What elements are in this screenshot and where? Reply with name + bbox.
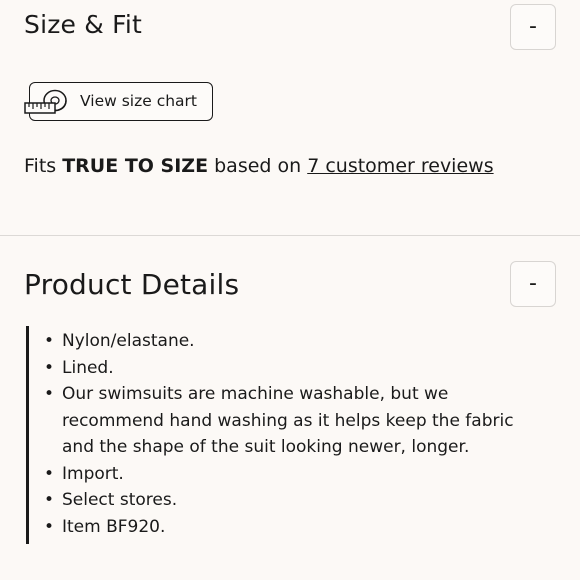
- fit-summary: Fits TRUE TO SIZE based on 7 customer re…: [24, 155, 494, 177]
- list-item: Our swimsuits are machine washable, but …: [29, 381, 536, 461]
- fits-middle: based on: [208, 155, 308, 177]
- product-details-list: Nylon/elastane. Lined. Our swimsuits are…: [26, 326, 536, 544]
- product-details-collapse-button[interactable]: -: [510, 261, 556, 307]
- size-fit-section: Size & Fit - View size chart Fits TRUE T…: [0, 0, 580, 235]
- size-chart-label: View size chart: [80, 92, 197, 110]
- product-details-title: Product Details: [24, 268, 240, 301]
- fit-value: TRUE TO SIZE: [62, 155, 209, 177]
- list-item: Lined.: [29, 355, 536, 382]
- list-item: Import.: [29, 461, 536, 488]
- customer-reviews-link[interactable]: 7 customer reviews: [307, 155, 493, 177]
- view-size-chart-button[interactable]: View size chart: [24, 82, 213, 121]
- product-details-section: Product Details - Nylon/elastane. Lined.…: [0, 235, 580, 580]
- list-item: Select stores.: [29, 487, 536, 514]
- size-fit-collapse-button[interactable]: -: [510, 4, 556, 50]
- measuring-tape-icon: [24, 89, 67, 114]
- list-item: Item BF920.: [29, 514, 536, 541]
- size-fit-title: Size & Fit: [24, 10, 143, 39]
- list-item: Nylon/elastane.: [29, 328, 536, 355]
- fits-prefix: Fits: [24, 155, 63, 177]
